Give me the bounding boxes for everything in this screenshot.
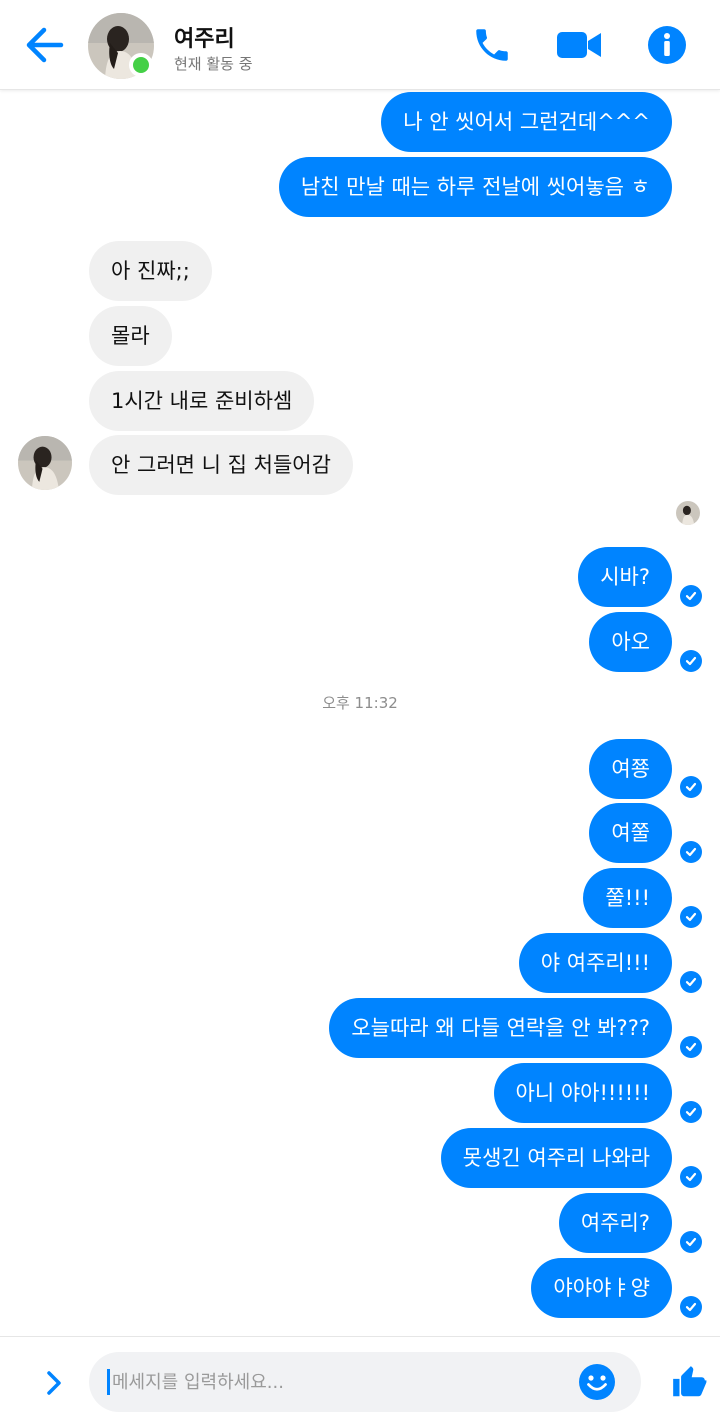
message-bubble-outgoing[interactable]: 여쭁 xyxy=(589,739,672,799)
emoji-button[interactable] xyxy=(578,1363,616,1401)
online-status-dot xyxy=(129,53,153,77)
active-status: 현재 활동 중 xyxy=(174,55,253,73)
delivered-check-icon xyxy=(680,1036,702,1058)
delivered-check-icon xyxy=(680,1296,702,1318)
like-button[interactable] xyxy=(668,1361,710,1403)
info-button[interactable] xyxy=(643,22,691,68)
delivered-check-icon xyxy=(680,1101,702,1123)
delivered-check-icon xyxy=(680,906,702,928)
delivered-check-icon xyxy=(680,1231,702,1253)
emoji-icon xyxy=(579,1364,615,1400)
info-icon xyxy=(648,26,686,64)
thumbs-up-icon xyxy=(673,1366,707,1397)
message-bubble-incoming[interactable]: 1시간 내로 준비하셈 xyxy=(89,371,315,431)
timestamp-divider: 오후 11:32 xyxy=(322,694,398,712)
message-bubble-incoming[interactable]: 아 진짜;; xyxy=(89,241,212,301)
delivered-check-icon xyxy=(680,1166,702,1188)
message-bubble-incoming[interactable]: 안 그러면 니 집 처들어감 xyxy=(89,435,353,495)
delivered-check-icon xyxy=(680,841,702,863)
message-bubble-outgoing[interactable]: 아오 xyxy=(589,612,672,672)
message-bubble-outgoing[interactable]: 못생긴 여주리 나와라 xyxy=(440,1128,672,1188)
message-bubble-outgoing[interactable]: 야야야ㅑ양 xyxy=(531,1258,672,1318)
delivered-check-icon xyxy=(680,776,702,798)
sender-avatar[interactable] xyxy=(18,436,72,490)
text-cursor xyxy=(107,1369,110,1395)
message-bubble-outgoing[interactable]: 야 여주리!!! xyxy=(518,933,672,993)
voice-call-button[interactable] xyxy=(468,22,516,68)
delivered-check-icon xyxy=(680,650,702,672)
seen-by-avatar xyxy=(676,501,700,525)
message-input-container[interactable] xyxy=(89,1352,641,1412)
message-composer xyxy=(0,1336,720,1424)
message-bubble-outgoing[interactable]: 나 안 씻어서 그런건데^^^ xyxy=(381,92,672,152)
video-call-button[interactable] xyxy=(555,22,603,68)
avatar-photo xyxy=(18,436,72,490)
message-bubble-outgoing[interactable]: 시바? xyxy=(578,547,672,607)
video-camera-icon xyxy=(557,32,601,58)
back-arrow-icon xyxy=(26,27,64,63)
expand-actions-button[interactable] xyxy=(36,1365,72,1401)
message-bubble-outgoing[interactable]: 여쭐 xyxy=(589,803,672,863)
chevron-right-icon xyxy=(47,1371,61,1395)
delivered-check-icon xyxy=(680,585,702,607)
avatar-photo xyxy=(676,501,700,525)
delivered-check-icon xyxy=(680,971,702,993)
phone-icon xyxy=(476,29,508,61)
chat-header: 여주리 현재 활동 중 xyxy=(0,0,720,90)
contact-name[interactable]: 여주리 xyxy=(174,21,235,53)
message-input[interactable] xyxy=(112,1352,572,1412)
message-bubble-outgoing[interactable]: 남친 만날 때는 하루 전날에 씻어놓음 ㅎ xyxy=(278,157,672,217)
message-bubble-outgoing[interactable]: 오늘따라 왜 다들 연락을 안 봐??? xyxy=(329,998,672,1058)
message-bubble-incoming[interactable]: 몰라 xyxy=(89,306,172,366)
message-bubble-outgoing[interactable]: 쭐!!! xyxy=(583,868,672,928)
message-bubble-outgoing[interactable]: 아니 야아!!!!!! xyxy=(493,1063,672,1123)
back-button[interactable] xyxy=(18,22,70,68)
message-bubble-outgoing[interactable]: 여주리? xyxy=(558,1193,672,1253)
